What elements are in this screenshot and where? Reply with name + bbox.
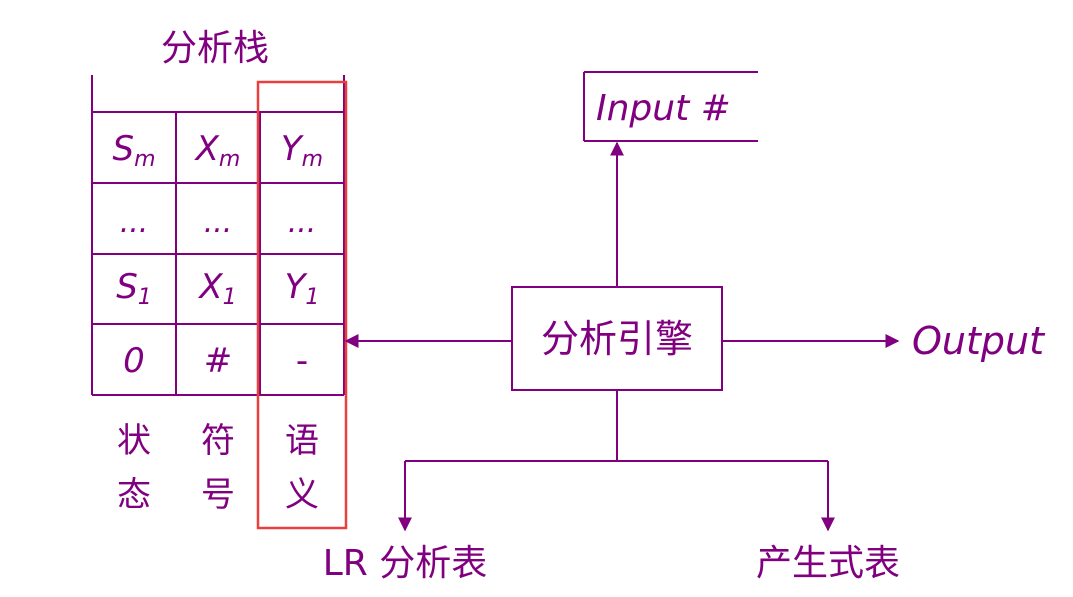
cell-state-1: S1 bbox=[116, 267, 152, 310]
lr-table-label: LR 分析表 bbox=[323, 543, 488, 584]
production-table-label: 产生式表 bbox=[756, 543, 900, 584]
column-label-symbol-1: 符 bbox=[201, 421, 235, 461]
cell-state-ellipsis: ... bbox=[120, 205, 149, 240]
output-label: Output bbox=[912, 319, 1046, 363]
cell-symbol-ellipsis: ... bbox=[204, 205, 233, 240]
cell-semantic-dash: - bbox=[296, 341, 308, 381]
cell-symbol-m: Xm bbox=[194, 129, 241, 172]
column-label-semantic-2: 义 bbox=[285, 475, 319, 515]
cell-state-0: 0 bbox=[123, 341, 145, 381]
column-label-semantic-1: 语 bbox=[285, 421, 319, 461]
stack-title: 分析栈 bbox=[161, 28, 269, 69]
input-label: Input # bbox=[596, 88, 731, 129]
column-label-symbol-2: 号 bbox=[201, 475, 235, 515]
column-label-state-2: 态 bbox=[117, 475, 151, 515]
cell-semantic-1: Y1 bbox=[285, 267, 320, 310]
engine-label: 分析引擎 bbox=[541, 317, 693, 361]
cell-semantic-ellipsis: ... bbox=[288, 205, 317, 240]
lr-parser-diagram: 分析栈 Sm Xm Ym ... ... ... S1 X1 Y1 0 # - … bbox=[91, 28, 1046, 584]
cell-symbol-hash: # bbox=[204, 341, 233, 381]
cell-symbol-1: X1 bbox=[197, 267, 236, 310]
branch-connector bbox=[405, 390, 828, 462]
column-label-state-1: 状 bbox=[117, 421, 151, 461]
cell-state-m: Sm bbox=[112, 129, 155, 172]
cell-semantic-m: Ym bbox=[281, 129, 323, 172]
